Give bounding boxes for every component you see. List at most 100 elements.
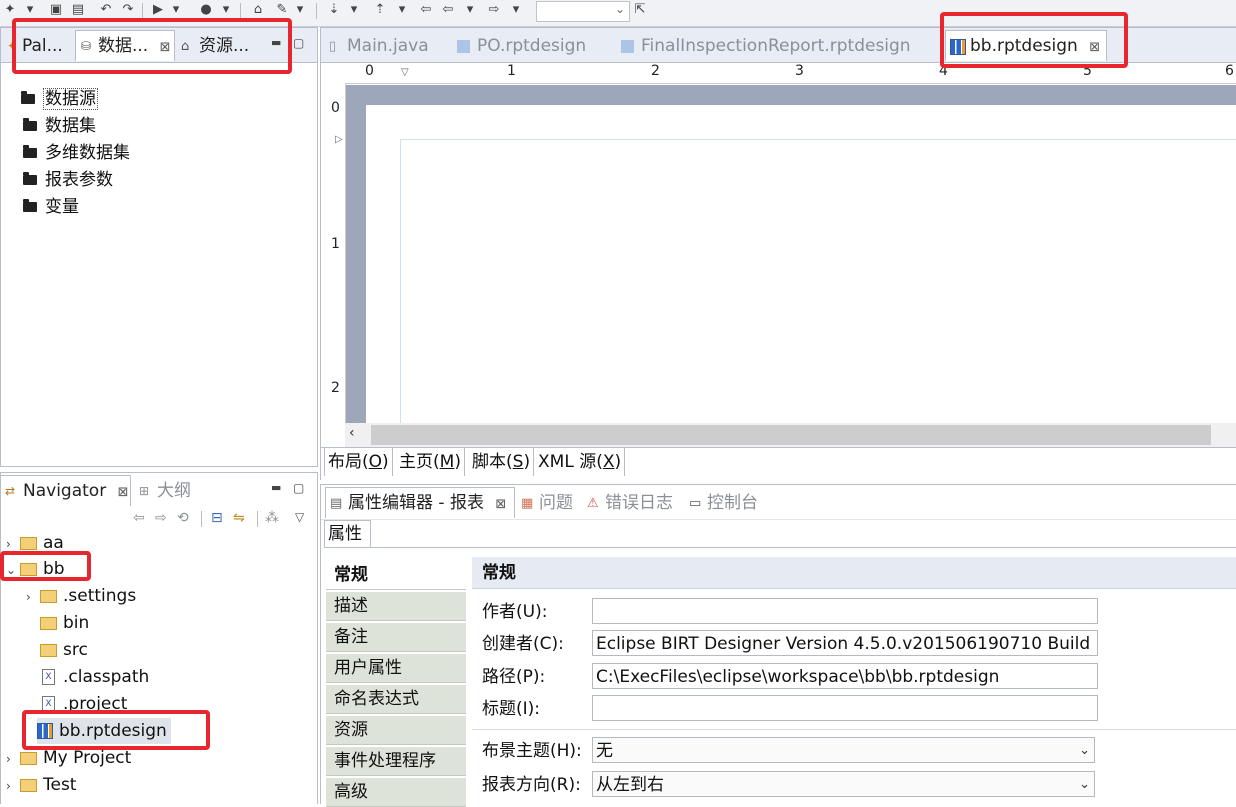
tree-folder-src[interactable]: src xyxy=(40,637,88,663)
link-editor-icon[interactable]: ⇋ xyxy=(233,510,245,526)
tab-xml-source[interactable]: XML 源(X) xyxy=(535,448,626,476)
report-design-icon xyxy=(621,40,634,53)
debug-icon[interactable]: ● xyxy=(198,2,214,18)
report-body-area[interactable] xyxy=(400,139,1236,424)
highlight-bb-rptdesign xyxy=(22,710,210,750)
tab-navigator-label: Navigator xyxy=(23,481,107,501)
direction-select[interactable]: 从左到右 ⌄ xyxy=(592,771,1095,797)
next-dropdown-icon[interactable]: ▾ xyxy=(346,2,362,18)
navigator-tabbar: ⇄ Navigator ⊠ ⊞ 大纲 ▬ ▢ xyxy=(1,473,317,506)
back-history-icon[interactable]: ⇦ xyxy=(418,2,434,18)
category-comments[interactable]: 备注 xyxy=(326,623,466,652)
tab-console[interactable]: ▭ 控制台 xyxy=(687,488,758,519)
category-event-handler[interactable]: 事件处理程序 xyxy=(326,747,466,776)
tab-problems[interactable]: ▦ 问题 xyxy=(519,488,573,519)
label-created-by: 创建者(C): xyxy=(482,634,564,654)
scrollbar-thumb[interactable] xyxy=(371,425,1211,445)
tab-property-editor[interactable]: ▤ 属性编辑器 - 报表 ⊠ xyxy=(325,487,515,518)
tab-navigator[interactable]: ⇄ Navigator ⊠ xyxy=(1,475,131,506)
category-resources[interactable]: 资源 xyxy=(326,716,466,745)
toolbar-combo[interactable]: ⌄ xyxy=(536,1,630,22)
label-title: 标题(I): xyxy=(482,699,541,719)
minimize-icon[interactable]: ▬ xyxy=(271,481,281,494)
scroll-left-icon[interactable]: ‹ xyxy=(349,425,355,441)
tree-project-test[interactable]: › Test xyxy=(6,772,76,798)
category-user-properties[interactable]: 用户属性 xyxy=(326,654,466,683)
dropdown-icon[interactable]: ▾ xyxy=(22,2,38,18)
console-icon: ▭ xyxy=(689,496,702,511)
outline-icon: ⊞ xyxy=(139,484,150,498)
author-field[interactable] xyxy=(592,598,1098,624)
prev-dropdown-icon[interactable]: ▾ xyxy=(394,2,410,18)
run-icon[interactable]: ▶ xyxy=(150,2,166,18)
wand-dropdown-icon[interactable]: ▾ xyxy=(292,2,308,18)
redo-icon[interactable]: ↷ xyxy=(120,2,136,18)
collapse-all-icon[interactable]: ⊟ xyxy=(211,510,223,526)
tab-po-rptdesign[interactable]: PO.rptdesign xyxy=(457,31,586,62)
pin-icon[interactable]: ⇱ xyxy=(632,2,648,18)
prev-annotation-icon[interactable]: ⇡ xyxy=(372,2,388,18)
chevron-right-icon[interactable]: › xyxy=(6,773,20,799)
folder-icon xyxy=(23,199,37,212)
created-by-field[interactable]: Eclipse BIRT Designer Version 4.5.0.v201… xyxy=(592,630,1098,656)
wand-icon[interactable]: ✎ xyxy=(274,2,290,18)
label-report-direction: 报表方向(R): xyxy=(482,775,581,795)
tree-item-cubes[interactable]: 多维数据集 xyxy=(23,140,130,166)
back-icon[interactable]: ⇦ xyxy=(440,2,456,18)
close-icon[interactable]: ⊠ xyxy=(118,485,129,500)
label-theme: 布景主题(H): xyxy=(482,741,582,761)
tree-item-data-sources[interactable]: 数据源 xyxy=(21,86,98,112)
path-field[interactable]: C:\ExecFiles\eclipse\workspace\bb\bb.rpt… xyxy=(592,663,1098,689)
undo-icon[interactable]: ↶ xyxy=(98,2,114,18)
save-icon[interactable]: ▣ xyxy=(48,2,64,18)
folder-icon xyxy=(23,118,37,131)
forward-icon[interactable]: ⇨ xyxy=(155,510,167,526)
up-icon[interactable]: ⟲ xyxy=(177,510,189,526)
title-field[interactable] xyxy=(592,695,1098,721)
tree-folder-settings[interactable]: › .settings xyxy=(26,583,136,609)
horizontal-scrollbar[interactable]: ‹ xyxy=(345,423,1236,447)
open-folder-icon[interactable]: ⌂ xyxy=(250,2,266,18)
tree-item-report-parameters[interactable]: 报表参数 xyxy=(23,167,113,193)
view-menu-icon[interactable]: ▽ xyxy=(295,510,304,524)
forward-icon[interactable]: ⇨ xyxy=(486,2,502,18)
new-icon[interactable]: ✦ xyxy=(2,2,18,18)
next-annotation-icon[interactable]: ⇣ xyxy=(326,2,342,18)
category-named-expressions[interactable]: 命名表达式 xyxy=(326,685,466,714)
close-icon[interactable]: ⊠ xyxy=(495,497,506,512)
tab-outline[interactable]: ⊞ 大纲 xyxy=(137,476,191,507)
folder-icon xyxy=(40,616,57,630)
filter-icon[interactable]: ⁂ xyxy=(265,510,279,526)
section-title: 常规 xyxy=(472,557,1236,589)
tab-final-inspection-report[interactable]: FinalInspectionReport.rptdesign xyxy=(621,31,911,62)
tree-item-variables[interactable]: 变量 xyxy=(23,194,79,220)
chevron-right-icon[interactable]: › xyxy=(26,584,40,610)
tree-folder-bin[interactable]: bin xyxy=(40,610,89,636)
tab-error-log[interactable]: ⚠ 错误日志 xyxy=(585,488,673,519)
tab-main-java[interactable]: ▯ Main.java xyxy=(329,31,429,62)
debug-dropdown-icon[interactable]: ▾ xyxy=(218,2,234,18)
back-icon[interactable]: ⇦ xyxy=(133,510,145,526)
category-description[interactable]: 描述 xyxy=(326,592,466,621)
forward-dropdown-icon[interactable]: ▾ xyxy=(508,2,524,18)
vertical-ruler: 0 1 2 ▷ xyxy=(325,84,346,424)
category-general[interactable]: 常规 xyxy=(326,561,466,590)
maximize-icon[interactable]: ▢ xyxy=(293,481,304,495)
theme-select[interactable]: 无 ⌄ xyxy=(592,737,1095,763)
run-dropdown-icon[interactable]: ▾ xyxy=(168,2,184,18)
tab-layout[interactable]: 布局(O) xyxy=(324,448,393,476)
chevron-right-icon[interactable]: › xyxy=(6,746,20,772)
tab-master-page[interactable]: 主页(M) xyxy=(396,448,465,476)
tree-item-data-sets[interactable]: 数据集 xyxy=(23,113,96,139)
report-page[interactable] xyxy=(366,105,1236,424)
tree-file-classpath[interactable]: X .classpath xyxy=(42,664,149,690)
save-all-icon[interactable]: ▤ xyxy=(70,2,86,18)
folder-icon xyxy=(23,172,37,185)
folder-icon xyxy=(23,145,37,158)
back-dropdown-icon[interactable]: ▾ xyxy=(462,2,478,18)
tab-script[interactable]: 脚本(S) xyxy=(469,448,535,476)
chevron-down-icon: ⌄ xyxy=(1079,777,1090,792)
maximize-icon[interactable]: ▢ xyxy=(293,36,304,50)
data-explorer-panel: ✦ Pal... ⛁ 数据... ⊠ ⌂ 资源... ▬ ▢ 数据源 数据集 多… xyxy=(0,27,318,467)
subtab-properties[interactable]: 属性 xyxy=(324,520,371,547)
